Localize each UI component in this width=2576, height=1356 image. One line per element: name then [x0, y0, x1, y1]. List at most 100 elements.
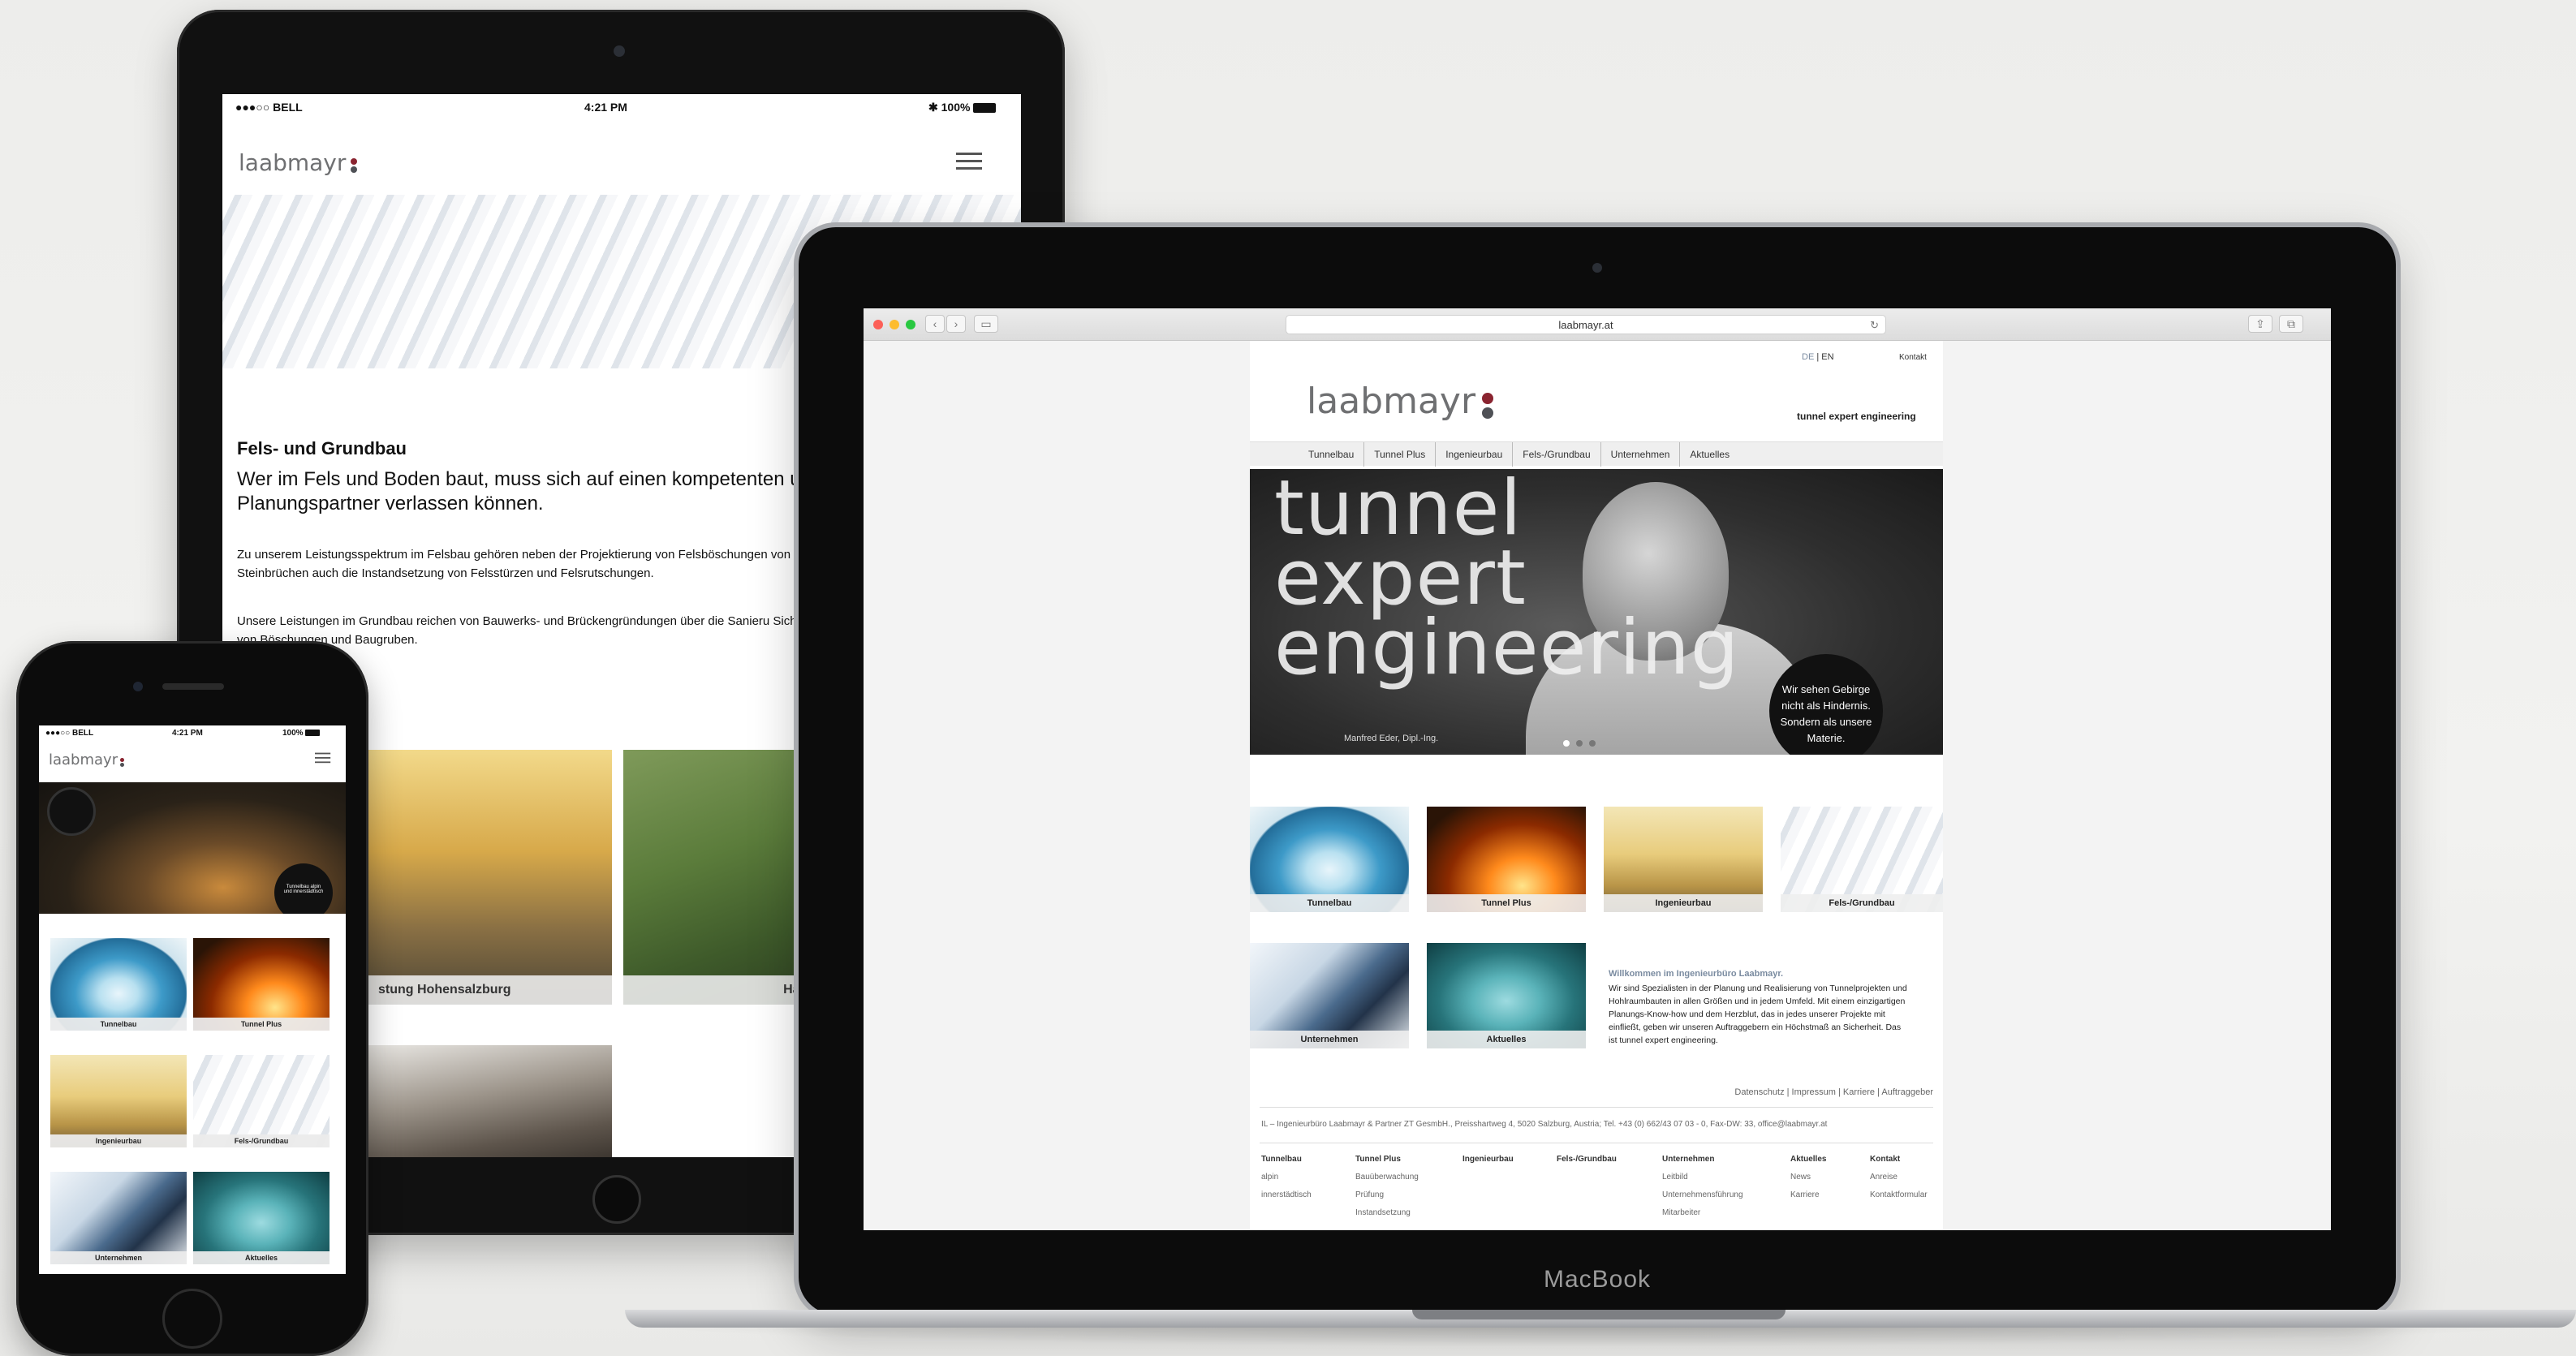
footer-col-title[interactable]: Tunnel Plus [1355, 1155, 1401, 1164]
footer-col-title[interactable]: Aktuelles [1790, 1155, 1826, 1164]
tile-fels-grundbau[interactable]: Fels-/Grundbau [1781, 807, 1943, 912]
tile-tunnelbau[interactable]: Tunnelbau [1250, 807, 1409, 912]
hero-caption: Manfred Eder, Dipl.-Ing. [1344, 734, 1439, 743]
sidebar-icon[interactable]: ▭ [974, 315, 998, 333]
footer-link[interactable]: Kontaktformular [1870, 1186, 1928, 1204]
tile-label: Unternehmen [1250, 1031, 1409, 1048]
footer-col-tunnel-plus: Tunnel Plus Bauüberwachung Prüfung Insta… [1355, 1151, 1419, 1222]
phone-tile-label: Fels-/Grundbau [193, 1134, 330, 1147]
phone-hero-bubble-line: und innerstädtisch [283, 889, 324, 894]
welcome-title: Willkommen im Ingenieurbüro Laabmayr. [1609, 969, 1784, 979]
main-nav: Tunnelbau Tunnel Plus Ingenieurbau Fels-/Gr… [1250, 441, 1943, 467]
footer-link[interactable]: Unternehmensführung [1662, 1186, 1743, 1204]
language-switch: DE | EN [1802, 352, 1834, 362]
footer-link[interactable]: Anreise [1870, 1169, 1928, 1186]
forward-icon[interactable]: › [946, 315, 966, 333]
tablet-logo[interactable]: laabmayr [239, 138, 358, 187]
menu-hamburger-icon[interactable] [956, 148, 982, 174]
window-zoom-button[interactable] [906, 320, 915, 329]
footer-link[interactable]: Karriere [1790, 1186, 1826, 1204]
nav-item-unternehmen[interactable]: Unternehmen [1601, 442, 1681, 467]
tablet-battery: 100% [941, 101, 971, 114]
tile-tunnel-plus[interactable]: Tunnel Plus [1427, 807, 1586, 912]
slider-dot[interactable] [1576, 740, 1583, 747]
tablet-home-button[interactable] [592, 1175, 641, 1224]
phone-tile-aktuelles[interactable]: Aktuelles [193, 1172, 330, 1264]
nav-item-tunnel-plus[interactable]: Tunnel Plus [1364, 442, 1437, 467]
footer-link[interactable]: alpin [1261, 1169, 1312, 1186]
nav-item-fels-grundbau[interactable]: Fels-/Grundbau [1513, 442, 1601, 467]
company-address: IL – Ingenieurbüro Laabmayr & Partner ZT… [1261, 1120, 1828, 1129]
tablet-heading: Fels- und Grundbau [237, 438, 407, 458]
lang-en-link[interactable]: EN [1821, 352, 1833, 362]
window-close-button[interactable] [873, 320, 883, 329]
tablet-tile-forest[interactable] [367, 1045, 612, 1157]
footer-col-unternehmen: Unternehmen Leitbild Unternehmensführung… [1662, 1151, 1743, 1222]
nav-item-tunnelbau[interactable]: Tunnelbau [1299, 442, 1365, 467]
tile-label: Tunnel Plus [1427, 894, 1586, 912]
website-page: DE | EN Kontakt laabmayr tunnel expert e… [1250, 341, 1943, 1230]
phone-tile-tunnelbau[interactable]: Tunnelbau [50, 938, 187, 1031]
tablet-carrier: ●●●○○ BELL [235, 101, 303, 114]
footer-col-title[interactable]: Tunnelbau [1261, 1155, 1302, 1164]
phone-logo-text: laabmayr [49, 751, 118, 768]
footer-link[interactable]: Mitarbeiter [1662, 1204, 1743, 1222]
tablet-tile-hohensalzburg[interactable]: stung Hohensalzburg [367, 750, 612, 1005]
browser-toolbar: ‹ › ▭ laabmayr.at ↻ ⇪ ⧉ [864, 308, 2331, 341]
footer-link[interactable]: Bauüberwachung [1355, 1169, 1419, 1186]
reload-icon[interactable]: ↻ [1870, 316, 1879, 335]
lang-de-link[interactable]: DE [1802, 352, 1814, 362]
slider-dot-active[interactable] [1563, 740, 1570, 747]
address-bar[interactable]: laabmayr.at ↻ [1286, 315, 1886, 334]
hero-slider[interactable]: tunnel expert engineering Manfred Eder, … [1250, 469, 1943, 755]
phone-carrier: ●●●○○ BELL [45, 729, 94, 738]
menu-hamburger-icon[interactable] [315, 750, 331, 766]
tablet-subheading: Wer im Fels und Boden baut, muss sich au… [237, 468, 801, 514]
logo-mark-icon [351, 158, 358, 173]
phone-device: ●●●○○ BELL 4:21 PM 100% laabmayr Tunnelb… [16, 641, 368, 1356]
legal-links[interactable]: Datenschutz | Impressum | Karriere | Auf… [1734, 1087, 1933, 1097]
battery-icon [305, 730, 321, 737]
site-logo[interactable]: laabmayr [1307, 381, 1494, 422]
tablet-tile-label: stung Hohensalzburg [367, 975, 612, 1005]
tabs-icon[interactable]: ⧉ [2279, 315, 2303, 333]
tablet-camera [614, 45, 625, 57]
contact-link[interactable]: Kontakt [1899, 353, 1927, 362]
footer-link[interactable]: News [1790, 1169, 1826, 1186]
back-icon[interactable]: ‹ [925, 315, 945, 333]
bluetooth-icon: ✱ [928, 101, 938, 114]
phone-logo[interactable]: laabmayr [49, 751, 125, 768]
footer-col-title[interactable]: Unternehmen [1662, 1155, 1714, 1164]
footer-link[interactable]: Leitbild [1662, 1169, 1743, 1186]
tile-aktuelles[interactable]: Aktuelles [1427, 943, 1586, 1048]
phone-tile-tunnel-plus[interactable]: Tunnel Plus [193, 938, 330, 1031]
nav-item-ingenieurbau[interactable]: Ingenieurbau [1436, 442, 1514, 467]
slider-dot[interactable] [1589, 740, 1596, 747]
footer-col-title[interactable]: Ingenieurbau [1462, 1155, 1514, 1164]
nav-item-aktuelles[interactable]: Aktuelles [1680, 442, 1739, 467]
logo-mark-icon [120, 758, 125, 767]
phone-tile-label: Tunnel Plus [193, 1018, 330, 1031]
footer-link[interactable]: Prüfung [1355, 1186, 1419, 1204]
phone-speaker [162, 683, 224, 690]
tile-unternehmen[interactable]: Unternehmen [1250, 943, 1409, 1048]
share-icon[interactable]: ⇪ [2248, 315, 2272, 333]
footer-link[interactable]: innerstädtisch [1261, 1186, 1312, 1204]
phone-tile-fels-grundbau[interactable]: Fels-/Grundbau [193, 1055, 330, 1147]
site-tagline: tunnel expert engineering [1797, 411, 1916, 422]
tile-label: Ingenieurbau [1604, 894, 1763, 912]
phone-tile-unternehmen[interactable]: Unternehmen [50, 1172, 187, 1264]
tile-ingenieurbau[interactable]: Ingenieurbau [1604, 807, 1763, 912]
phone-battery-label: 100% [282, 729, 321, 738]
footer-divider [1260, 1107, 1933, 1108]
phone-tile-label: Ingenieurbau [50, 1134, 187, 1147]
window-minimize-button[interactable] [890, 320, 899, 329]
phone-tile-ingenieurbau[interactable]: Ingenieurbau [50, 1055, 187, 1147]
footer-link[interactable]: Instandsetzung [1355, 1204, 1419, 1222]
phone-hero-bubble: Tunnelbau alpin und innerstädtisch [274, 863, 333, 914]
hero-word-3: engineering [1274, 604, 1740, 692]
footer-col-title[interactable]: Fels-/Grundbau [1557, 1155, 1617, 1164]
phone-home-button[interactable] [162, 1289, 222, 1349]
macbook-label: MacBook [1543, 1266, 1652, 1293]
footer-col-title[interactable]: Kontakt [1870, 1155, 1900, 1164]
